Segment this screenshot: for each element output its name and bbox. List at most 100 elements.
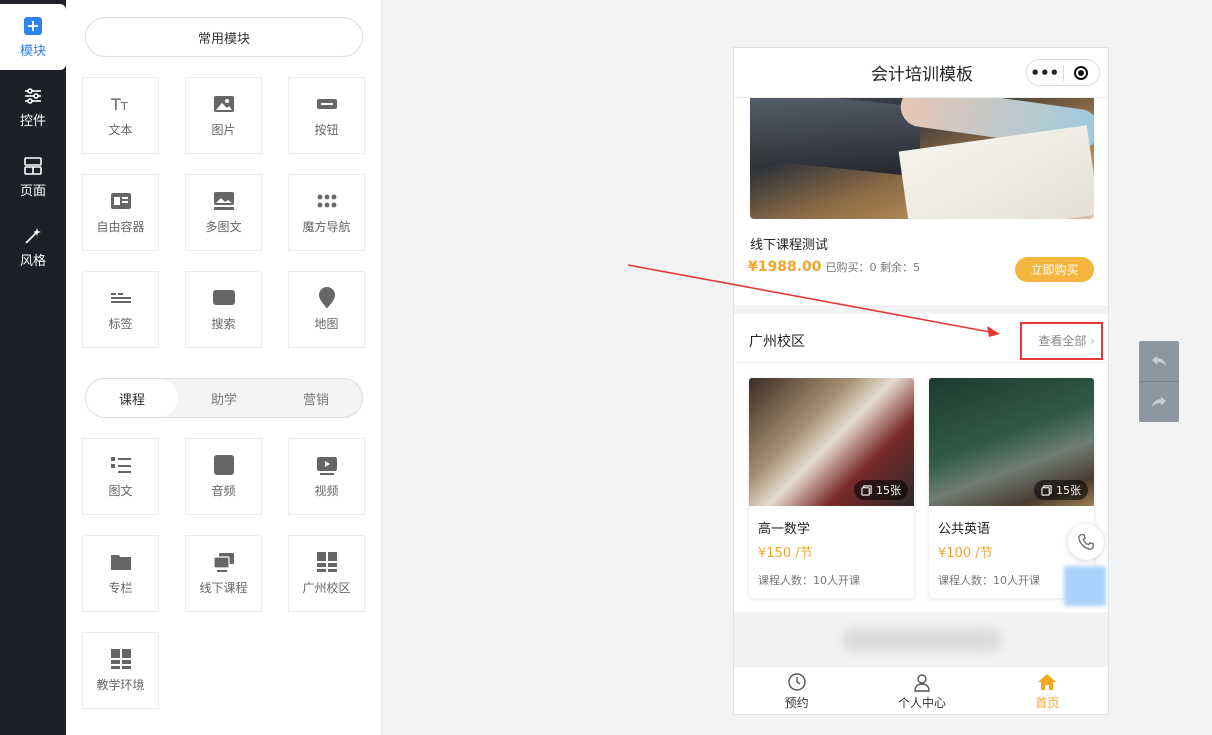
module-label: 图文 (108, 484, 133, 498)
layout-icon (24, 156, 42, 175)
rail-item-modules[interactable]: 模块 (0, 4, 66, 70)
mini-program-capsule: ••• (1026, 59, 1100, 86)
module-search[interactable]: 搜索 (185, 271, 262, 348)
photo-count-badge: 15张 (1034, 480, 1088, 500)
phone-preview: 会计培训模板 ••• 线下课程测试 ¥1988.00 已购买：0 剩余：5 立即… (733, 47, 1109, 715)
svg-text:T: T (110, 95, 121, 114)
module-label: 多图文 (205, 220, 242, 234)
bottom-tab-bar: 预约 个人中心 首页 (734, 666, 1108, 714)
image-icon (213, 96, 234, 112)
search-icon (212, 290, 235, 305)
phone-icon (1078, 534, 1094, 550)
tab-label: 预约 (784, 696, 809, 710)
module-cube-nav[interactable]: 魔方导航 (288, 174, 365, 251)
module-graphic-text[interactable]: 图文 (82, 438, 159, 515)
undo-icon (1151, 355, 1167, 367)
more-icon[interactable]: ••• (1027, 60, 1063, 85)
module-label: 音频 (211, 484, 236, 498)
module-offline-course[interactable]: 线下课程 (185, 535, 262, 612)
module-label: 专栏 (108, 581, 133, 595)
module-category-tabs: 课程 助学 营销 (85, 378, 363, 418)
campus-grid-icon (316, 552, 337, 572)
copy-icon (1041, 484, 1052, 496)
module-tag[interactable]: 标签 (82, 271, 159, 348)
dots-grid-icon (317, 194, 336, 208)
course-price: ¥1988.00 (748, 259, 822, 275)
environment-grid-icon (110, 649, 131, 669)
tab-study-aid[interactable]: 助学 (178, 379, 270, 417)
rail-item-controls[interactable]: 控件 (0, 74, 66, 140)
photo-count: 15张 (876, 484, 901, 497)
course-name: 公共英语 (938, 522, 991, 537)
home-icon (1038, 674, 1057, 690)
sliders-icon (25, 87, 41, 104)
video-icon (316, 457, 337, 475)
module-audio[interactable]: 音频 (185, 438, 262, 515)
close-program-button[interactable] (1064, 60, 1100, 85)
tab-course[interactable]: 课程 (86, 379, 178, 417)
module-video[interactable]: 视频 (288, 438, 365, 515)
module-button[interactable]: 按钮 (288, 77, 365, 154)
tab-booking[interactable]: 预约 (734, 667, 859, 714)
tab-home[interactable]: 首页 (985, 667, 1108, 714)
offline-course-card[interactable]: 线下课程测试 ¥1988.00 已购买：0 剩余：5 立即购买 (734, 98, 1108, 305)
course-hero-image (750, 98, 1094, 219)
music-icon (213, 455, 234, 475)
course-price: ¥100 /节 (938, 546, 993, 561)
course-price: ¥150 /节 (758, 546, 813, 561)
tab-marketing[interactable]: 营销 (270, 379, 362, 417)
tab-label: 个人中心 (897, 696, 946, 710)
photo-count: 15张 (1056, 484, 1081, 497)
module-text[interactable]: TT 文本 (82, 77, 159, 154)
module-multi-image[interactable]: 多图文 (185, 174, 262, 251)
offline-course-icon (212, 553, 234, 572)
rail-item-pages[interactable]: 页面 (0, 144, 66, 210)
module-guangzhou-campus[interactable]: 广州校区 (288, 535, 365, 612)
multi-image-icon (213, 192, 234, 210)
module-label: 视频 (314, 484, 339, 498)
button-icon (316, 99, 337, 109)
module-label: 搜索 (211, 317, 236, 331)
container-icon (110, 193, 131, 209)
module-label: 魔方导航 (302, 220, 351, 234)
user-icon (914, 674, 930, 692)
module-panel: 常用模块 TT 文本 图片 按钮 自由容器 多图文 魔方导航 标签 搜索 地图 … (66, 0, 382, 735)
undo-redo-toolbar (1139, 341, 1179, 422)
text-icon: TT (110, 95, 128, 114)
buy-now-button[interactable]: 立即购买 (1015, 257, 1094, 282)
campus-course-card[interactable]: 15张 公共英语 ¥100 /节 课程人数：10人开课 (929, 378, 1094, 598)
undo-button[interactable] (1139, 341, 1179, 381)
rail-item-label: 控件 (19, 113, 46, 129)
campus-section-header: 广州校区 查看全部 › (734, 314, 1108, 363)
course-enrollment: 课程人数：10人开课 (938, 574, 1040, 587)
module-label: 地图 (314, 317, 339, 331)
module-label: 图片 (211, 123, 236, 137)
map-pin-icon (318, 287, 335, 309)
page-title: 会计培训模板 (871, 65, 973, 85)
module-label: 标签 (108, 317, 133, 331)
list-icon (110, 457, 131, 473)
module-free-container[interactable]: 自由容器 (82, 174, 159, 251)
rail-item-style[interactable]: 风格 (0, 214, 66, 280)
module-column[interactable]: 专栏 (82, 535, 159, 612)
course-enrollment: 课程人数：10人开课 (758, 574, 860, 587)
campus-section-title: 广州校区 (749, 334, 805, 350)
module-map[interactable]: 地图 (288, 271, 365, 348)
annotation-highlight-box (1020, 322, 1103, 360)
module-teaching-environment[interactable]: 教学环境 (82, 632, 159, 709)
common-modules-header[interactable]: 常用模块 (85, 17, 363, 57)
redo-button[interactable] (1139, 382, 1179, 422)
magic-wand-icon (25, 227, 41, 244)
tab-label: 首页 (1035, 696, 1060, 710)
mini-program-header: 会计培训模板 ••• (734, 48, 1108, 98)
left-rail: 模块 控件 页面 风格 (0, 0, 66, 735)
phone-call-button[interactable] (1068, 524, 1104, 560)
module-image[interactable]: 图片 (185, 77, 262, 154)
campus-section: 广州校区 查看全部 › 15张 高一数学 ¥150 /节 课程人数：10人开课 (734, 314, 1108, 612)
tag-icon (110, 293, 131, 303)
campus-course-card[interactable]: 15张 高一数学 ¥150 /节 课程人数：10人开课 (749, 378, 914, 598)
photo-count-badge: 15张 (854, 480, 908, 500)
clock-icon (787, 673, 806, 691)
rail-item-label: 风格 (19, 253, 46, 269)
tab-profile[interactable]: 个人中心 (859, 667, 984, 714)
